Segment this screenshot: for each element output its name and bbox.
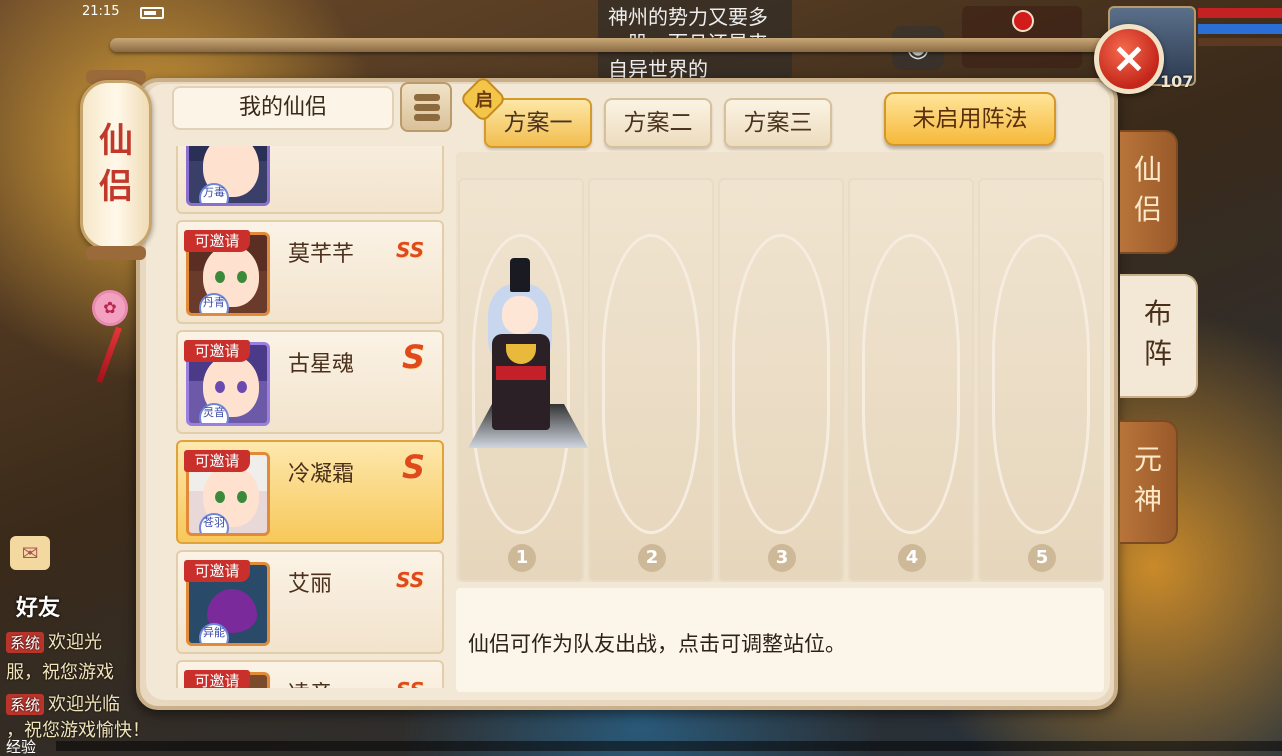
menu-bar-icon — [414, 104, 440, 111]
close-icon: × — [1111, 33, 1147, 82]
side-tab-label: 仙侣 — [1133, 153, 1162, 226]
companion-list[interactable]: 万毒 可邀请 丹青 莫芊芊 SS 可邀请 灵音 古星魂 S 可邀请 苍羽 冷凝霜… — [172, 146, 448, 688]
formation-slot-3[interactable]: 3 — [718, 178, 844, 582]
hp-bar — [1198, 8, 1282, 18]
tassel-icon — [96, 326, 122, 384]
menu-bar-icon — [414, 114, 440, 121]
exp-label: 经验 — [6, 738, 37, 756]
friends-button[interactable]: 好友 — [16, 590, 60, 622]
exp-bar — [56, 741, 1282, 751]
class-badge: 万毒 — [199, 183, 229, 203]
companion-card[interactable]: 可邀请 灵音 古星魂 S — [176, 330, 444, 434]
class-badge: 灵音 — [199, 403, 229, 423]
companion-name: 艾丽 — [288, 572, 333, 597]
side-tab-companion[interactable]: 仙侣 — [1120, 130, 1178, 254]
menu-bar-icon — [414, 94, 440, 101]
notification-dot-icon — [1012, 10, 1034, 32]
info-text: 仙侣可作为队友出战，点击可调整站位。 — [468, 632, 846, 656]
invite-tag: 可邀请 — [184, 670, 250, 688]
class-badge: 苍羽 — [199, 513, 229, 533]
system-tag: 系统 — [6, 694, 45, 715]
panel-title: 仙侣 — [99, 121, 133, 207]
companion-portrait: 万毒 — [186, 146, 270, 206]
grade-badge: S — [402, 448, 426, 486]
side-tab-label: 布阵 — [1143, 297, 1172, 370]
formation-slot-4[interactable]: 4 — [848, 178, 974, 582]
slot-number: 4 — [898, 544, 926, 572]
companion-card[interactable]: 可邀请 丹青 莫芊芊 SS — [176, 220, 444, 324]
charm-icon: ✿ — [92, 290, 128, 326]
mp-bar — [1198, 24, 1282, 34]
system-tag: 系统 — [6, 632, 45, 653]
formation-slot-5[interactable]: 5 — [978, 178, 1104, 582]
list-title: 我的仙侣 — [172, 86, 394, 130]
side-tab-spirit[interactable]: 元神 — [1120, 420, 1178, 544]
tab-plan-2[interactable]: 方案二 — [604, 98, 712, 148]
slot-number: 3 — [768, 544, 796, 572]
class-badge: 异能 — [199, 623, 229, 643]
grade-badge: SS — [396, 568, 425, 592]
invite-tag: 可邀请 — [184, 450, 250, 472]
slot-number: 1 — [508, 544, 536, 572]
system-message: 系统 欢迎光临 — [6, 690, 120, 716]
slot-number: 5 — [1028, 544, 1056, 572]
close-button[interactable]: × — [1094, 24, 1164, 94]
invite-tag: 可邀请 — [184, 560, 250, 582]
side-tab-formation[interactable]: 布阵 — [1120, 274, 1198, 398]
slot-number: 2 — [638, 544, 666, 572]
companion-card-selected[interactable]: 可邀请 苍羽 冷凝霜 S — [176, 440, 444, 544]
scroll-rod — [110, 38, 1120, 52]
class-badge: 丹青 — [199, 293, 229, 313]
companion-name: 凌音 — [288, 676, 332, 688]
companion-name: 莫芊芊 — [288, 242, 355, 267]
grade-badge: S — [402, 338, 426, 376]
invite-tag: 可邀请 — [184, 230, 250, 252]
status-time: 21:15 — [82, 4, 120, 19]
companion-card[interactable]: 可邀请 异能 艾丽 SS — [176, 550, 444, 654]
grade-badge: SS — [396, 238, 425, 262]
energy-bar — [1198, 38, 1282, 46]
mail-icon[interactable]: ✉ — [10, 536, 50, 570]
companion-name: 冷凝霜 — [288, 462, 355, 487]
companion-figure[interactable] — [462, 254, 594, 464]
grade-badge: SS — [396, 678, 424, 688]
system-message-text: 欢迎光 — [48, 632, 103, 653]
system-message-text: 欢迎光临 — [48, 694, 121, 715]
companion-card[interactable]: 万毒 — [176, 146, 444, 214]
invite-tag: 可邀请 — [184, 340, 250, 362]
side-tab-label: 元神 — [1133, 443, 1162, 516]
formation-slot-2[interactable]: 2 — [588, 178, 714, 582]
player-level: 107 — [1160, 72, 1194, 91]
system-message: 服，祝您游戏 — [6, 658, 114, 684]
system-message: 系统 欢迎光 — [6, 628, 102, 654]
lantern-cap-bottom — [86, 246, 146, 260]
companion-card[interactable]: 可邀请 凌音 SS — [176, 660, 444, 688]
list-menu-button[interactable] — [400, 82, 452, 132]
battery-icon — [140, 7, 164, 19]
companion-name: 古星魂 — [288, 352, 355, 377]
system-message-text: 服，祝您游戏 — [6, 662, 114, 683]
tab-plan-3[interactable]: 方案三 — [724, 98, 832, 148]
formation-button[interactable]: 未启用阵法 — [884, 92, 1056, 146]
active-plan-badge-label: 启 — [475, 90, 493, 111]
